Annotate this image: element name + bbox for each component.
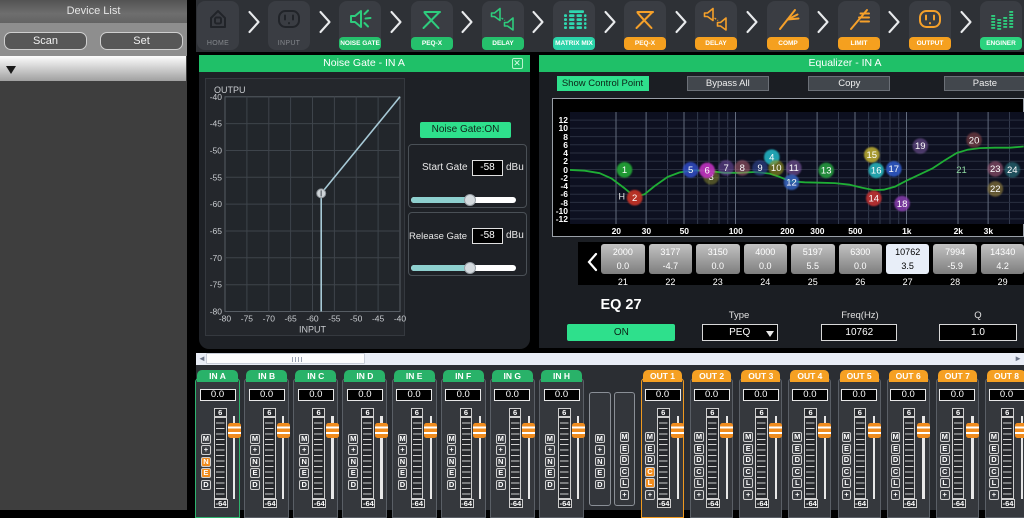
svg-text:-60: -60 <box>306 314 319 324</box>
svg-text:-60: -60 <box>210 199 223 209</box>
svg-text:19: 19 <box>915 141 926 152</box>
svg-text:14: 14 <box>869 193 880 204</box>
svg-text:20: 20 <box>969 135 980 146</box>
svg-text:1: 1 <box>622 165 627 176</box>
svg-text:-55: -55 <box>210 172 223 182</box>
svg-text:INPUT: INPUT <box>299 325 327 335</box>
svg-text:21: 21 <box>957 165 968 176</box>
svg-text:-40: -40 <box>394 314 407 324</box>
svg-text:-70: -70 <box>210 253 223 263</box>
svg-text:8: 8 <box>740 163 745 174</box>
svg-text:22: 22 <box>990 184 1001 195</box>
svg-text:-45: -45 <box>210 119 223 129</box>
svg-text:-65: -65 <box>284 314 297 324</box>
svg-text:10: 10 <box>771 163 782 174</box>
svg-text:-55: -55 <box>328 314 341 324</box>
svg-text:-70: -70 <box>263 314 276 324</box>
svg-text:-50: -50 <box>350 314 363 324</box>
svg-text:6: 6 <box>705 165 710 176</box>
svg-text:17: 17 <box>889 164 900 175</box>
svg-text:15: 15 <box>867 150 878 161</box>
svg-text:13: 13 <box>821 165 832 176</box>
svg-text:24: 24 <box>1007 165 1018 176</box>
svg-text:-75: -75 <box>241 314 254 324</box>
svg-text:23: 23 <box>990 164 1001 175</box>
svg-text:18: 18 <box>897 198 908 209</box>
svg-text:H: H <box>619 191 626 201</box>
svg-text:-50: -50 <box>210 146 223 156</box>
svg-text:-45: -45 <box>372 314 385 324</box>
svg-text:-75: -75 <box>210 280 223 290</box>
svg-text:2: 2 <box>632 192 637 203</box>
svg-text:5: 5 <box>688 165 693 176</box>
svg-text:7: 7 <box>724 163 729 174</box>
svg-text:16: 16 <box>871 165 882 176</box>
svg-text:-65: -65 <box>210 226 223 236</box>
svg-text:9: 9 <box>758 163 763 174</box>
svg-text:-80: -80 <box>219 314 232 324</box>
svg-text:12: 12 <box>787 177 798 188</box>
svg-text:OUTPU: OUTPU <box>214 85 246 95</box>
svg-text:11: 11 <box>789 163 799 174</box>
